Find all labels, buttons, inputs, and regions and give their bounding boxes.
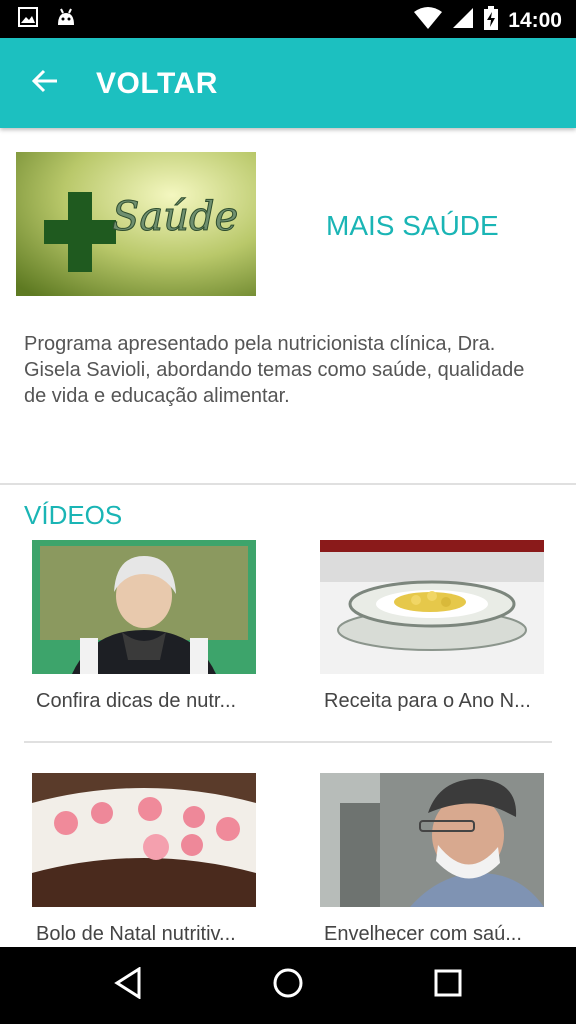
image-icon bbox=[18, 7, 38, 32]
system-nav-bar bbox=[0, 947, 576, 1024]
video-title: Bolo de Natal nutritiv... bbox=[36, 923, 236, 945]
arrow-left-icon bbox=[31, 67, 59, 100]
home-circle-icon bbox=[272, 967, 304, 1004]
status-bar: 14:00 bbox=[0, 0, 576, 38]
video-title: Confira dicas de nutr... bbox=[36, 690, 237, 712]
battery-charging-icon bbox=[484, 6, 499, 35]
clock: 14:00 bbox=[508, 8, 562, 32]
recents-square-icon bbox=[434, 969, 462, 1002]
nav-back-button[interactable] bbox=[108, 965, 148, 1005]
video-thumbnail bbox=[32, 773, 256, 907]
videos-section-title: VÍDEOS bbox=[24, 500, 123, 530]
video-title: Receita para o Ano N... bbox=[324, 690, 531, 712]
back-button[interactable] bbox=[24, 62, 66, 104]
signal-icon bbox=[452, 7, 474, 34]
app-bar: VOLTAR bbox=[0, 38, 576, 128]
nav-recents-button[interactable] bbox=[428, 965, 468, 1005]
back-triangle-icon bbox=[113, 965, 143, 1004]
divider bbox=[0, 483, 576, 485]
program-logo-image: Saúde bbox=[16, 152, 256, 296]
nav-home-button[interactable] bbox=[268, 965, 308, 1005]
wifi-icon bbox=[414, 6, 443, 35]
program-description: Programa apresentado pela nutricionista … bbox=[24, 333, 525, 407]
video-thumbnail bbox=[320, 540, 544, 674]
video-title: Envelhecer com saú... bbox=[324, 923, 522, 945]
program-header: Saúde MAIS SAÚDE Programa apresentado pe… bbox=[0, 128, 576, 483]
svg-text:Saúde: Saúde bbox=[112, 194, 238, 240]
android-icon bbox=[56, 7, 76, 32]
video-thumbnail bbox=[32, 540, 256, 674]
program-name: MAIS SAÚDE bbox=[326, 210, 499, 241]
app-bar-title[interactable]: VOLTAR bbox=[96, 67, 218, 101]
divider bbox=[24, 741, 552, 743]
video-thumbnail bbox=[320, 773, 544, 907]
